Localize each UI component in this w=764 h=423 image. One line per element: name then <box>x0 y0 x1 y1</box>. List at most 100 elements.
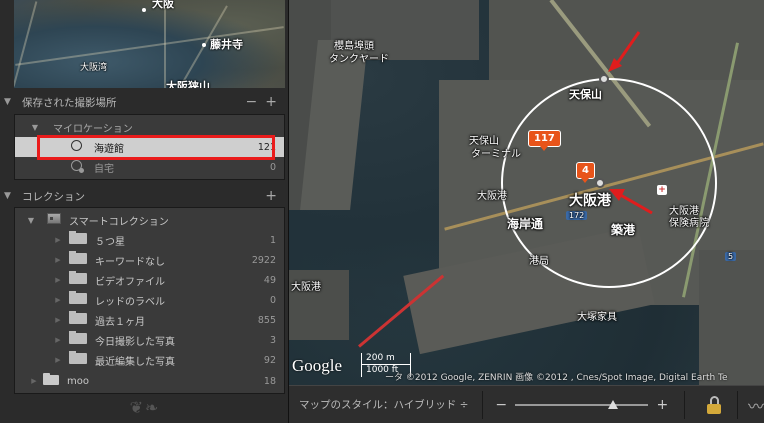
hospital-icon: + <box>657 185 667 195</box>
zoom-slider-track <box>515 403 649 406</box>
zoom-slider-thumb[interactable] <box>607 399 618 409</box>
smart-collection-item-count: 49 <box>263 274 276 286</box>
photo-count-badge[interactable]: 4 <box>576 162 595 183</box>
smart-collection-item-count: 1 <box>269 234 276 246</box>
collection-set-icon <box>47 213 61 227</box>
red-arrow-annotation-icon <box>609 189 653 215</box>
location-item-count: 0 <box>269 161 276 173</box>
smart-collection-icon <box>69 351 87 367</box>
saved-locations-title: 保存された撮影場所 <box>22 96 117 109</box>
location-group-row[interactable]: ▼ マイロケーション <box>15 117 284 137</box>
mini-map-road <box>15 26 284 66</box>
smart-collection-item-count: 855 <box>257 314 276 326</box>
map-style-dropdown[interactable]: マップのスタイル：ハイブリッド ÷ <box>299 397 468 412</box>
mini-map-label-osaka-bay: 大阪湾 <box>80 63 108 73</box>
app-root: 大阪 藤井寺 大阪湾 大阪狭山 ▼ 保存された撮影場所 − + ▼ マイロケーシ… <box>0 0 764 423</box>
smart-collection-icon <box>69 291 87 307</box>
expand-triangle-icon[interactable]: ▼ <box>25 216 37 225</box>
saved-locations-header[interactable]: ▼ 保存された撮影場所 − + <box>0 91 289 113</box>
red-arrow-annotation-icon <box>608 31 641 72</box>
zoom-out-button[interactable]: − <box>495 397 507 413</box>
google-logo: Google <box>292 356 343 375</box>
map-label: タンクヤード <box>329 54 389 65</box>
location-item-label: 自宅 <box>94 163 114 175</box>
remove-location-button[interactable]: − <box>246 95 258 109</box>
smart-collection-item[interactable]: ▶ 最近編集した写真 92 <box>15 350 284 370</box>
map-attribution: ータ ©2012 Google, ZENRIN 画像 ©2012 , Cnes/… <box>385 373 728 383</box>
map-view[interactable]: 117 4 櫻島埠頭 タンクヤード 天保山 天保山 ターミナル 大阪港 海岸通 … <box>289 0 764 385</box>
scale-metric-label: 200 m <box>366 353 395 363</box>
toolbar-divider <box>684 390 686 419</box>
expand-triangle-icon[interactable]: ▼ <box>29 123 41 132</box>
photo-count-badge[interactable]: 117 <box>528 130 561 151</box>
disclosure-arrow-icon: ▶ <box>31 377 37 385</box>
smart-collection-item[interactable]: ▶ レッドのラベル 0 <box>15 290 284 310</box>
mini-map-label-fujiidera: 藤井寺 <box>210 38 243 51</box>
panel-end-ornament-icon: ❦❧ <box>129 398 161 417</box>
smart-collection-icon <box>69 231 87 247</box>
location-center-pin-icon[interactable] <box>595 178 605 188</box>
map-label: 天保山 <box>569 88 602 101</box>
smart-collection-icon <box>69 251 87 267</box>
mini-map-label-osaka: 大阪 <box>152 0 174 10</box>
smart-collection-set-row[interactable]: ▼ スマートコレクション <box>15 210 284 230</box>
smart-collection-item[interactable]: ▶ キーワードなし 2922 <box>15 250 284 270</box>
smart-collection-item-label: 過去１ヶ月 <box>95 316 145 328</box>
map-label: 大阪港 <box>291 282 321 293</box>
zoom-in-button[interactable]: + <box>656 397 668 413</box>
mini-map-label-osakasayama: 大阪狭山 <box>166 80 210 88</box>
map-label: 保険病院 <box>669 218 709 229</box>
route-shield-icon: 5 <box>725 252 737 261</box>
smart-collection-label: スマートコレクション <box>69 216 169 228</box>
add-collection-button[interactable]: + <box>265 189 277 203</box>
collections-header[interactable]: ▼ コレクション + <box>0 185 289 207</box>
smart-collection-item[interactable]: ▶ ５つ星 1 <box>15 230 284 250</box>
smart-collection-item-count: 92 <box>263 354 276 366</box>
disclosure-arrow-icon: ▶ <box>55 276 61 284</box>
zoom-slider[interactable] <box>515 399 649 411</box>
folder-icon <box>43 372 59 388</box>
navigator-mini-map[interactable]: 大阪 藤井寺 大阪湾 大阪狭山 <box>14 0 285 88</box>
collapse-triangle-icon[interactable]: ▼ <box>0 97 14 107</box>
disclosure-arrow-icon: ▶ <box>55 356 61 364</box>
smart-collection-item-label: 最近編集した写真 <box>95 356 175 368</box>
map-label: 大阪港 <box>477 191 507 202</box>
map-land <box>699 250 764 385</box>
disclosure-arrow-icon: ▶ <box>55 236 61 244</box>
smart-collection-item[interactable]: ▶ ビデオファイル 49 <box>15 270 284 290</box>
radius-handle-pin-icon[interactable] <box>599 74 609 84</box>
smart-collection-item-count: 3 <box>269 334 276 346</box>
folder-count: 18 <box>263 375 276 387</box>
smart-collection-item-count: 2922 <box>251 254 276 266</box>
map-label: 海岸通 <box>507 217 544 231</box>
add-location-button[interactable]: + <box>265 95 277 109</box>
location-item-home[interactable]: 自宅 0 <box>15 157 284 177</box>
smart-collection-icon <box>69 311 87 327</box>
smart-collection-item-label: レッドのラベル <box>95 296 165 308</box>
toolbar-divider <box>482 390 484 419</box>
smart-collection-icon <box>69 271 87 287</box>
smart-collection-item-count: 0 <box>269 294 276 306</box>
disclosure-arrow-icon: ▶ <box>55 256 61 264</box>
map-label: 港局 <box>529 256 549 267</box>
lock-markers-icon[interactable] <box>707 395 722 414</box>
disclosure-arrow-icon: ▶ <box>55 316 61 324</box>
smart-collection-item-label: ５つ星 <box>95 236 125 248</box>
map-label: ターミナル <box>471 149 521 160</box>
toolbar-divider <box>737 390 738 419</box>
disclosure-arrow-icon: ▶ <box>55 336 61 344</box>
left-panel: 大阪 藤井寺 大阪湾 大阪狭山 ▼ 保存された撮影場所 − + ▼ マイロケーシ… <box>0 0 289 423</box>
smart-collection-item-label: 今日撮影した写真 <box>95 336 175 348</box>
tracklog-icon[interactable]: 〰 <box>748 393 764 417</box>
smart-collection-icon <box>69 331 87 347</box>
collapse-triangle-icon[interactable]: ▼ <box>0 191 14 201</box>
collections-box: ▼ スマートコレクション ▶ ５つ星 1 ▶ キーワードなし 2922 ▶ ビデ… <box>14 207 285 394</box>
folder-row-moo[interactable]: ▶ moo 18 <box>15 371 284 391</box>
smart-collection-item[interactable]: ▶ 過去１ヶ月 855 <box>15 310 284 330</box>
route-shield-icon: 172 <box>566 211 588 220</box>
mini-map-marker <box>202 43 206 47</box>
mini-map-road <box>14 1 38 87</box>
collections-title: コレクション <box>22 190 85 203</box>
smart-collection-item[interactable]: ▶ 今日撮影した写真 3 <box>15 330 284 350</box>
map-toolbar: マップのスタイル：ハイブリッド ÷ − + 〰 <box>289 385 764 423</box>
